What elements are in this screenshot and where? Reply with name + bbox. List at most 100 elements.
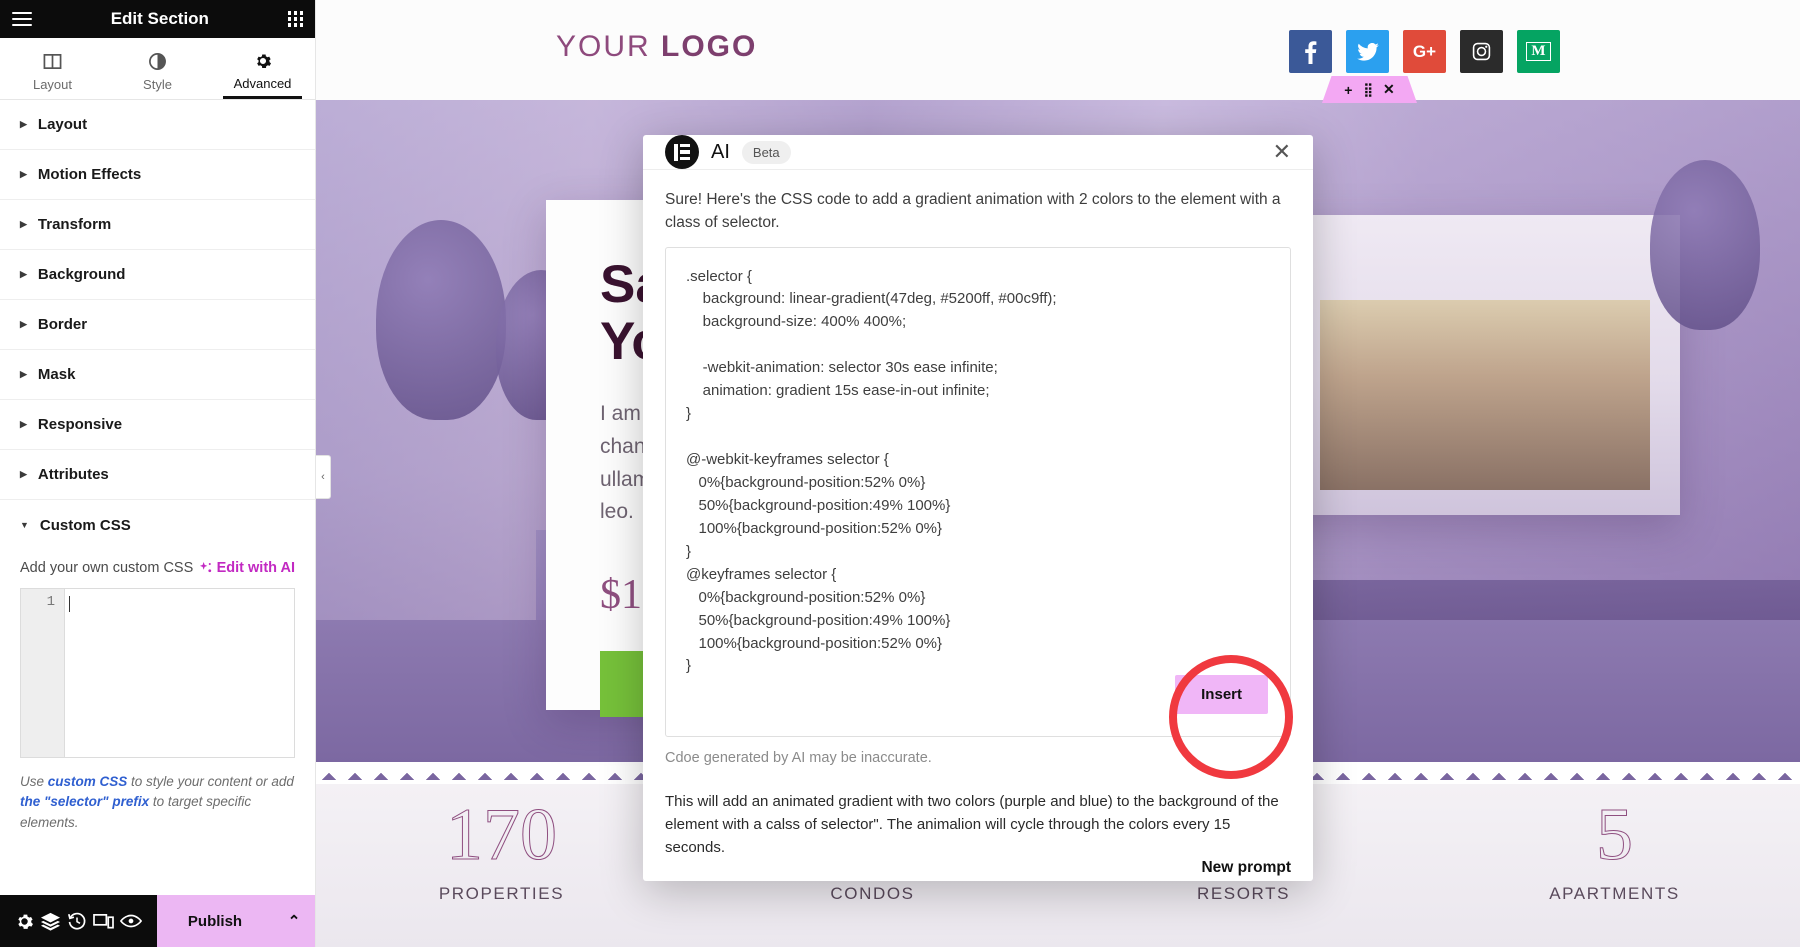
ai-modal-header: AI Beta ✕ <box>643 135 1313 170</box>
chevron-down-icon: ▼ <box>20 520 29 530</box>
custom-css-field-label: Add your own custom CSS <box>20 560 194 576</box>
ai-modal[interactable]: AI Beta ✕ Sure! Here's the CSS code to a… <box>643 135 1313 881</box>
section-label: Transform <box>37 216 112 233</box>
facebook-icon[interactable] <box>1289 30 1332 73</box>
css-code-editor[interactable]: 1 <box>20 588 295 758</box>
chevron-right-icon: ▶ <box>20 369 27 379</box>
section-label: Layout <box>37 116 88 133</box>
sparkle-icon <box>199 561 211 572</box>
logo-light-text: YOUR <box>556 30 662 63</box>
section-attributes[interactable]: ▶ Attributes <box>0 450 315 500</box>
medium-glyph: M <box>1526 42 1551 61</box>
gear-icon <box>256 54 271 69</box>
hint-part-2: to style your content or add <box>127 774 294 789</box>
delete-section-icon[interactable]: ✕ <box>1383 81 1395 98</box>
custom-css-hint: Use custom CSS to style your content or … <box>20 772 295 833</box>
medium-icon[interactable]: M <box>1517 30 1560 73</box>
hint-part-1: Use <box>20 774 48 789</box>
responsive-icon[interactable] <box>93 912 114 931</box>
section-layout[interactable]: ▶ Layout <box>0 100 315 150</box>
grid-icon[interactable] <box>287 11 303 27</box>
layers-icon[interactable] <box>40 911 61 932</box>
chevron-right-icon: ▶ <box>20 469 27 479</box>
social-icons: G+ M <box>1289 30 1560 73</box>
section-label: Background <box>37 266 126 283</box>
site-header: YOUR LOGO G+ M <box>316 0 1800 100</box>
columns-icon <box>43 53 62 69</box>
insert-button-wrap: Insert <box>1175 674 1268 714</box>
chevron-right-icon: ▶ <box>20 169 27 179</box>
section-border[interactable]: ▶ Border <box>0 300 315 350</box>
new-prompt-button[interactable]: New prompt <box>1201 859 1291 877</box>
section-background[interactable]: ▶ Background <box>0 250 315 300</box>
drag-section-icon[interactable]: ⣿ <box>1363 82 1372 98</box>
house-window-shape <box>1320 300 1650 490</box>
section-responsive[interactable]: ▶ Responsive <box>0 400 315 450</box>
stat-value: 170 <box>446 794 558 876</box>
section-label: Responsive <box>37 416 123 433</box>
tree-shape <box>1650 160 1760 330</box>
stat-label: PROPERTIES <box>438 884 565 903</box>
twitter-icon[interactable] <box>1346 30 1389 73</box>
chevron-right-icon: ▶ <box>20 119 27 129</box>
ai-modal-body: Sure! Here's the CSS code to add a gradi… <box>643 170 1313 899</box>
panel-tabs: Layout Style Advanced <box>0 38 315 100</box>
panel-footer: Publish ⌃ <box>0 895 315 947</box>
stat-item: 170 PROPERTIES <box>316 784 687 947</box>
tab-layout[interactable]: Layout <box>0 38 105 99</box>
tab-style-label: Style <box>143 76 172 92</box>
contrast-icon <box>149 52 166 70</box>
google-plus-icon[interactable]: G+ <box>1403 30 1446 73</box>
panel-header: Edit Section <box>0 0 315 38</box>
generated-code-box[interactable]: .selector { background: linear-gradient(… <box>665 246 1291 737</box>
editor-text-area[interactable] <box>65 589 294 757</box>
chevron-right-icon: ▶ <box>20 219 27 229</box>
hint-link-custom-css[interactable]: custom CSS <box>48 774 128 789</box>
publish-button[interactable]: Publish <box>157 895 273 947</box>
insert-button[interactable]: Insert <box>1175 674 1268 714</box>
section-motion-effects[interactable]: ▶ Motion Effects <box>0 150 315 200</box>
ai-explanation: This will add an animated gradient with … <box>665 792 1279 857</box>
custom-css-row: Add your own custom CSS Edit with AI <box>20 560 295 576</box>
elementor-logo-icon <box>665 135 699 169</box>
ai-modal-title: AI <box>711 140 730 163</box>
logo-bold-text: LOGO <box>661 30 758 63</box>
hint-link-selector-prefix[interactable]: the "selector" prefix <box>20 794 149 809</box>
ai-intro-text: Sure! Here's the CSS code to add a gradi… <box>665 191 1281 232</box>
editor-panel: Edit Section Layout Style Advanced ▶ Layo… <box>0 0 316 947</box>
tab-style[interactable]: Style <box>105 38 210 99</box>
tab-advanced-label: Advanced <box>233 76 292 91</box>
tree-shape <box>376 220 506 420</box>
tab-layout-label: Layout <box>32 76 73 92</box>
section-mask[interactable]: ▶ Mask <box>0 350 315 400</box>
edit-with-ai-button[interactable]: Edit with AI <box>199 560 295 576</box>
page-title: Edit Section <box>110 9 209 28</box>
editor-gutter: 1 <box>21 589 65 757</box>
beta-badge: Beta <box>741 140 791 164</box>
chevron-right-icon: ▶ <box>20 319 27 329</box>
instagram-icon[interactable] <box>1460 30 1503 73</box>
stat-item: 5 APARTMENTS <box>1429 784 1800 947</box>
section-label: Mask <box>37 366 76 383</box>
footer-icon-group <box>0 911 157 932</box>
section-toolbar[interactable]: + ⣿ ✕ <box>1322 76 1417 103</box>
site-logo[interactable]: YOUR LOGO <box>556 30 757 64</box>
publish-options-chevron-up-icon[interactable]: ⌃ <box>273 895 315 947</box>
panel-collapse-toggle[interactable]: ‹ <box>316 455 331 499</box>
close-icon[interactable]: ✕ <box>1273 141 1291 163</box>
add-section-icon[interactable]: + <box>1344 82 1352 98</box>
generated-code: .selector { background: linear-gradient(… <box>686 267 1057 675</box>
chevron-right-icon: ▶ <box>20 269 27 279</box>
section-transform[interactable]: ▶ Transform <box>0 200 315 250</box>
section-label: Border <box>37 316 88 333</box>
custom-css-body: Add your own custom CSS Edit with AI 1 U… <box>0 550 315 833</box>
history-icon[interactable] <box>67 911 87 931</box>
gear-icon[interactable] <box>15 912 34 931</box>
edit-with-ai-label: Edit with AI <box>216 560 295 576</box>
stat-value: 5 <box>1596 794 1634 876</box>
tab-advanced[interactable]: Advanced <box>210 38 315 99</box>
section-label: Custom CSS <box>39 516 131 534</box>
preview-eye-icon[interactable] <box>120 913 142 929</box>
section-custom-css[interactable]: ▼ Custom CSS <box>0 500 315 550</box>
hamburger-icon[interactable] <box>12 8 32 30</box>
